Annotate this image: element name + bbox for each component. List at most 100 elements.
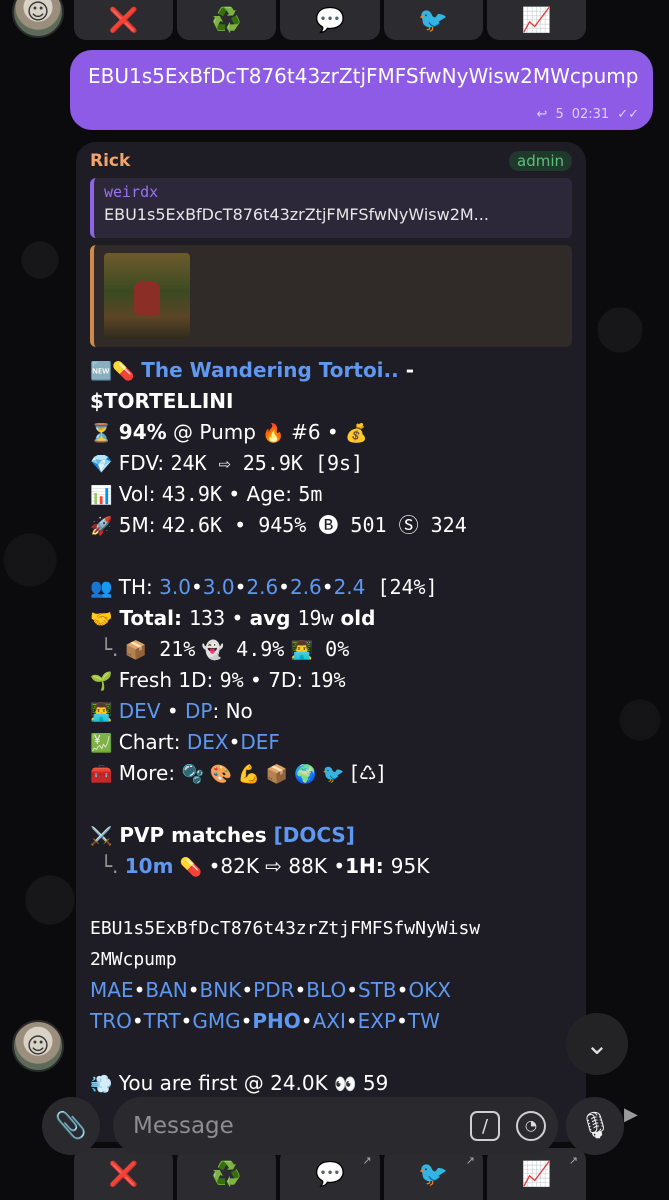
sticker-icon[interactable]: ◔ <box>516 1111 546 1141</box>
platform-link[interactable]: GMG <box>192 1009 240 1033</box>
outgoing-message-bubble[interactable]: EBU1s5ExBfDcT876t43zrZtjFMFSfwNyWisw2MWc… <box>70 50 653 130</box>
keyboard-button-recycle[interactable]: ♻️ <box>177 0 277 40</box>
keyboard-button-close[interactable]: ❌ <box>74 0 174 40</box>
side-arrow-icon[interactable]: ▶ <box>624 1104 638 1125</box>
holder-link[interactable]: 2.6 <box>246 575 278 599</box>
slash-icon: / <box>481 1115 489 1137</box>
command-icon[interactable]: / <box>470 1111 500 1141</box>
gem-icon: 💎 <box>90 454 113 475</box>
keyboard-button-comments[interactable]: 💬 <box>280 0 380 40</box>
platform-link[interactable]: EXP <box>358 1009 396 1033</box>
platform-link[interactable]: BLO <box>306 978 346 1002</box>
microphone-button[interactable]: 🎙 <box>566 1097 624 1155</box>
platform-link[interactable]: AXI <box>313 1009 346 1033</box>
scroll-down-button[interactable]: ⌄ <box>566 1013 628 1075</box>
platform-link[interactable]: MAE <box>90 978 134 1002</box>
ghost-percent: 4.9% <box>224 637 285 661</box>
pvp-label: PVP matches <box>112 823 274 847</box>
platform-link[interactable]: TRT <box>144 1009 181 1033</box>
keyboard-button-close[interactable]: ❌ <box>74 1148 174 1200</box>
holder-link[interactable]: 2.6 <box>290 575 322 599</box>
link-preview[interactable] <box>90 245 572 347</box>
dot-separator: • <box>241 978 254 1002</box>
token-image[interactable] <box>104 253 190 339</box>
def-link[interactable]: DEF <box>240 730 280 754</box>
avg-label: avg <box>249 606 298 630</box>
platform-link[interactable]: TW <box>408 1009 440 1033</box>
vol-label: Vol: <box>112 482 162 506</box>
recycle-link[interactable]: [♺] <box>345 761 385 785</box>
wizard-face-icon: ☺ <box>26 1033 50 1059</box>
more-label: More: <box>112 761 182 785</box>
token-name-link[interactable]: The Wandering Tortoi.. <box>141 358 399 382</box>
bar-chart-icon: 📊 <box>90 485 113 506</box>
platform-link[interactable]: BNK <box>200 978 242 1002</box>
arrow-icon: ↗ <box>465 1154 475 1167</box>
message-input[interactable]: Message / ◔ <box>113 1097 558 1155</box>
sender-name[interactable]: Rick <box>90 151 130 171</box>
age-label: Age: <box>246 482 299 506</box>
platform-link[interactable]: PHO <box>252 1009 300 1033</box>
match-time-link[interactable]: 10m <box>125 854 174 878</box>
platform-link[interactable]: OKX <box>408 978 451 1002</box>
money-bag-icon: 💰 <box>345 423 368 444</box>
keyboard-button-recycle[interactable]: ♻️ <box>177 1148 277 1200</box>
rocket-icon: 🚀 <box>90 516 113 537</box>
people-icon: 👥 <box>90 578 113 599</box>
top-keyboard: ❌ ♻️ 💬 🐦 📈 <box>74 0 587 40</box>
avatar[interactable]: ☺ <box>12 1020 64 1072</box>
platform-link[interactable]: PDR <box>253 978 294 1002</box>
attach-button[interactable]: 📎 <box>42 1097 100 1155</box>
fdv-line: 💎 FDV: 24K ⇨ 25.9K [9s] <box>90 448 572 479</box>
reply-text: EBU1s5ExBfDcT876t43zrZtjFMFSfwNyWisw2M..… <box>104 205 489 224</box>
one-hour-label: 1H: <box>345 854 391 878</box>
dp-link[interactable]: DP <box>185 699 212 723</box>
dot-separator: • <box>294 978 307 1002</box>
dot-separator: • <box>346 978 358 1002</box>
title-dash: - <box>398 358 415 382</box>
sticker-glyph-icon: ◔ <box>524 1118 538 1134</box>
vol-value: 43.9K <box>161 482 223 506</box>
platform-link[interactable]: BAN <box>145 978 187 1002</box>
dp-value: : No <box>212 699 253 723</box>
reply-arrow-icon: ↩ <box>536 107 548 122</box>
new-pill-icons: 🆕💊 <box>90 361 135 382</box>
keyboard-button-chart[interactable]: 📈 ↗ <box>486 1148 587 1200</box>
message-meta: ↩ 5 02:31 ✓✓ <box>537 107 639 122</box>
token-ticker: $TORTELLINI <box>90 389 234 413</box>
eyes-icon: 👀 <box>334 1074 357 1095</box>
holder-breakdown-line: └. 📦 21% 👻 4.9% 👨‍💻 0% <box>90 634 572 665</box>
reply-count: 5 <box>555 107 564 122</box>
dex-link[interactable]: DEX <box>187 730 229 754</box>
contract-address-line-1[interactable]: EBU1s5ExBfDcT876t43zrZtjFMFSfwNyWisw <box>90 913 572 944</box>
more-links-icons[interactable]: 🫧 🎨 💪 📦 🌍 🐦 <box>181 764 344 785</box>
keyboard-button-comments[interactable]: 💬 ↗ <box>280 1148 380 1200</box>
dot-separator: • <box>345 1009 358 1033</box>
chart-label: Chart: <box>112 730 187 754</box>
keyboard-button-chart[interactable]: 📈 <box>486 0 587 40</box>
platform-link[interactable]: STB <box>358 978 397 1002</box>
contract-address-line-2[interactable]: 2MWcpump <box>90 944 572 975</box>
message-time: 02:31 <box>571 107 610 122</box>
dev-percent: 0% <box>313 637 350 661</box>
holder-link[interactable]: 3.0 <box>203 575 235 599</box>
speech-icon: 💬 <box>315 1160 345 1188</box>
incoming-message-bubble[interactable]: Rick admin weirdx EBU1s5ExBfDcT876t43zrZ… <box>76 142 586 1142</box>
docs-link[interactable]: [DOCS] <box>274 823 355 847</box>
recycle-icon: ♻️ <box>211 1160 242 1188</box>
reply-quote[interactable]: weirdx EBU1s5ExBfDcT876t43zrZtjFMFSfwNyW… <box>90 178 572 238</box>
tree-branch: └. <box>100 637 119 661</box>
message-placeholder: Message <box>133 1113 234 1139</box>
keyboard-button-bird[interactable]: 🐦 ↗ <box>383 1148 483 1200</box>
dev-link[interactable]: DEV <box>119 699 161 723</box>
crossed-swords-icon: ⚔️ <box>90 826 113 847</box>
holder-link[interactable]: 2.4 <box>334 575 366 599</box>
holder-link[interactable]: 3.0 <box>159 575 191 599</box>
tree-branch: └. <box>100 854 119 878</box>
bird-icon: 🐦 <box>418 1160 449 1188</box>
platform-link[interactable]: TRO <box>90 1009 132 1033</box>
keyboard-button-bird[interactable]: 🐦 <box>383 0 483 40</box>
bird-icon: 🐦 <box>418 6 449 34</box>
dot-separator: • <box>131 1009 144 1033</box>
